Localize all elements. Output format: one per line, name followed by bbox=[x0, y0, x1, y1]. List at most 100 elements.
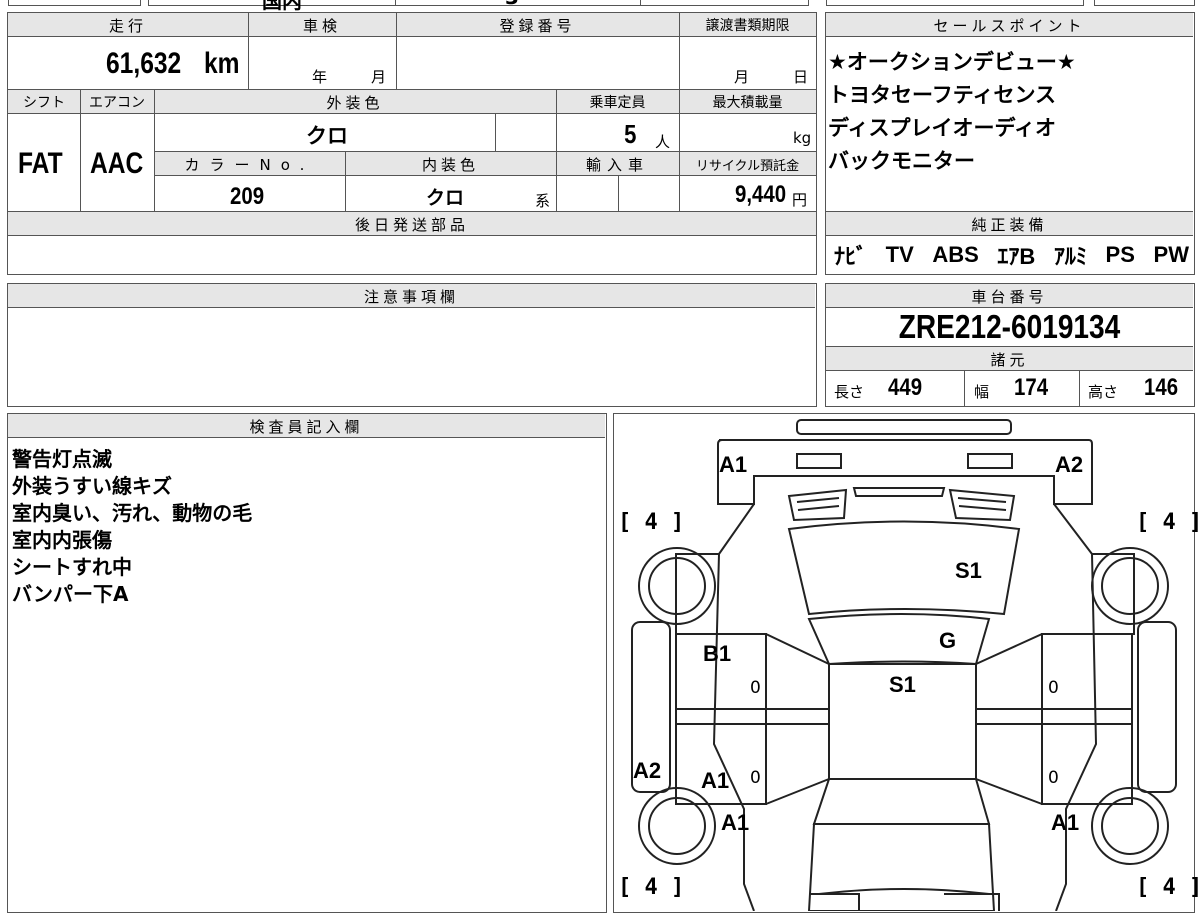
damage-left-rear-fender: A1 bbox=[721, 810, 750, 835]
length-label: 長さ bbox=[834, 383, 865, 401]
sales-point-line: トヨタセーフティセンス bbox=[828, 83, 1057, 107]
equipment-item: ｴｱB bbox=[997, 244, 1036, 269]
equipment-item: PW bbox=[1153, 242, 1189, 267]
height-value: 146 bbox=[1144, 374, 1179, 401]
tire-bracket-fl: [ 4 ] bbox=[618, 510, 685, 535]
mileage-value: 61,632 bbox=[106, 47, 182, 80]
damage-left-rear-door: A1 bbox=[701, 768, 730, 793]
equipment-item: PS bbox=[1105, 242, 1135, 267]
mileage-unit: km bbox=[204, 47, 240, 80]
capacity-value: 5 bbox=[623, 119, 636, 149]
length-value: 449 bbox=[888, 374, 923, 401]
color-no-value: 209 bbox=[230, 183, 265, 210]
max-load-unit: kg bbox=[793, 129, 812, 147]
damage-hood: S1 bbox=[955, 558, 982, 583]
shaken-month-label: 月 bbox=[371, 68, 387, 86]
mileage-header: 走行 bbox=[8, 13, 248, 37]
body-outline bbox=[712, 503, 1098, 911]
max-load-header: 最大積載量 bbox=[679, 90, 816, 114]
capacity-header: 乗車定員 bbox=[556, 90, 679, 114]
caution-header: 注意事項欄 bbox=[8, 284, 815, 308]
sales-points-header: セールスポイント bbox=[826, 13, 1193, 37]
windshield bbox=[807, 613, 991, 666]
aircon-value: AAC bbox=[90, 147, 144, 180]
chassis-number: ZRE212-6019134 bbox=[898, 308, 1121, 345]
door-zero-marker: 0 bbox=[1048, 678, 1059, 698]
recycle-header: リサイクル預託金 bbox=[679, 152, 816, 176]
headlight-left bbox=[787, 488, 848, 522]
vehicle-info-grid: 走行 車検 登録番号 譲渡書類期限 シフト エアコン 外装色 乗車定員 最大積載… bbox=[7, 12, 817, 275]
height-label: 高さ bbox=[1088, 383, 1119, 401]
damage-windshield: G bbox=[939, 628, 957, 653]
chassis-header: 車台番号 bbox=[826, 284, 1193, 308]
later-parts-header: 後日発送部品 bbox=[8, 212, 816, 236]
inspector-header: 検査員記入欄 bbox=[8, 414, 605, 438]
door-zero-marker: 0 bbox=[750, 678, 761, 698]
wheel-front-right bbox=[1091, 547, 1169, 625]
caution-panel: 注意事項欄 bbox=[7, 283, 817, 407]
damage-right-rear-fender: A1 bbox=[1051, 810, 1080, 835]
sales-point-line: バックモニター bbox=[828, 149, 975, 173]
damage-front-right: A2 bbox=[1055, 452, 1084, 477]
interior-color-suffix: 系 bbox=[535, 192, 551, 210]
width-label: 幅 bbox=[974, 383, 990, 401]
exterior-color-value: クロ bbox=[306, 124, 348, 148]
inspector-note: 室内内張傷 bbox=[12, 528, 112, 552]
transfer-month-label: 月 bbox=[734, 68, 750, 86]
door-zero-marker: 0 bbox=[1048, 768, 1059, 788]
car-body-outline bbox=[631, 419, 1177, 911]
tire-grade-rl: 4 bbox=[644, 875, 658, 900]
inspector-note: 外装うすい線キズ bbox=[12, 474, 172, 498]
capacity-unit: 人 bbox=[655, 133, 671, 151]
transfer-day-label: 日 bbox=[793, 68, 809, 86]
tire-bracket-rl: [ 4 ] bbox=[618, 875, 685, 900]
import-header: 輸入車 bbox=[556, 152, 679, 176]
hood bbox=[787, 520, 1021, 616]
recycle-unit: 円 bbox=[792, 191, 808, 209]
top-fragment-text-2: 3 bbox=[505, 0, 519, 9]
transfer-deadline-header: 譲渡書類期限 bbox=[679, 13, 816, 37]
tire-bracket-rr: [ 4 ] bbox=[1136, 875, 1200, 900]
tire-grade-fl: 4 bbox=[644, 510, 658, 535]
tire-grade-fr: 4 bbox=[1162, 510, 1176, 535]
headlight-right bbox=[948, 488, 1016, 522]
shift-value: FAT bbox=[18, 147, 63, 180]
grille bbox=[852, 487, 946, 497]
equipment-item: TV bbox=[885, 242, 914, 267]
aircon-header: エアコン bbox=[80, 90, 154, 114]
interior-color-header: 内装色 bbox=[345, 152, 556, 176]
equipment-item: ﾅﾋﾞ bbox=[834, 244, 868, 269]
interior-color-value: クロ bbox=[426, 187, 465, 209]
specs-header: 諸元 bbox=[826, 347, 1193, 371]
rear-window bbox=[812, 778, 991, 825]
equipment-item: ABS bbox=[932, 242, 979, 267]
car-diagram-panel: [ 4 ] [ 4 ] [ 4 ] [ 4 ] A1 A2 S1 G S1 B1… bbox=[613, 413, 1200, 913]
chassis-specs-panel: 車台番号 ZRE212-6019134 諸元 長さ 449 幅 174 高さ 1… bbox=[825, 283, 1195, 407]
inspector-note: バンパー下A bbox=[12, 582, 129, 606]
recycle-value: 9,440 bbox=[734, 181, 786, 208]
wheel-rear-right bbox=[1091, 787, 1169, 865]
damage-front-left: A1 bbox=[719, 452, 748, 477]
shaken-year-label: 年 bbox=[312, 68, 328, 86]
inspector-note: 室内臭い、汚れ、動物の毛 bbox=[12, 501, 253, 525]
exterior-color-header: 外装色 bbox=[154, 90, 556, 114]
top-fragment-row: 国内 3 bbox=[0, 0, 1200, 13]
front-bumper bbox=[717, 439, 1093, 505]
sales-point-line: ディスプレイオーディオ bbox=[828, 116, 1057, 140]
width-value: 174 bbox=[1014, 374, 1049, 401]
color-no-header: カラーNo. bbox=[154, 152, 345, 176]
registration-header: 登録番号 bbox=[396, 13, 679, 37]
front-light-left bbox=[796, 453, 842, 469]
shift-header: シフト bbox=[8, 90, 80, 114]
genuine-equipment-header: 純正装備 bbox=[826, 212, 1193, 236]
shaken-header: 車検 bbox=[248, 13, 396, 37]
tire-bracket-fr: [ 4 ] bbox=[1136, 510, 1200, 535]
right-side-strip bbox=[1137, 621, 1177, 793]
trunk bbox=[807, 823, 996, 911]
inspector-note: 警告灯点滅 bbox=[12, 447, 112, 471]
tire-grade-rr: 4 bbox=[1162, 875, 1176, 900]
door-zero-marker: 0 bbox=[750, 768, 761, 788]
sales-points-panel: セールスポイント ★オークションデビュー★ トヨタセーフティセンス ディスプレイ… bbox=[825, 12, 1195, 275]
equipment-item: ｱﾙﾐ bbox=[1053, 244, 1087, 269]
front-light-right bbox=[967, 453, 1013, 469]
